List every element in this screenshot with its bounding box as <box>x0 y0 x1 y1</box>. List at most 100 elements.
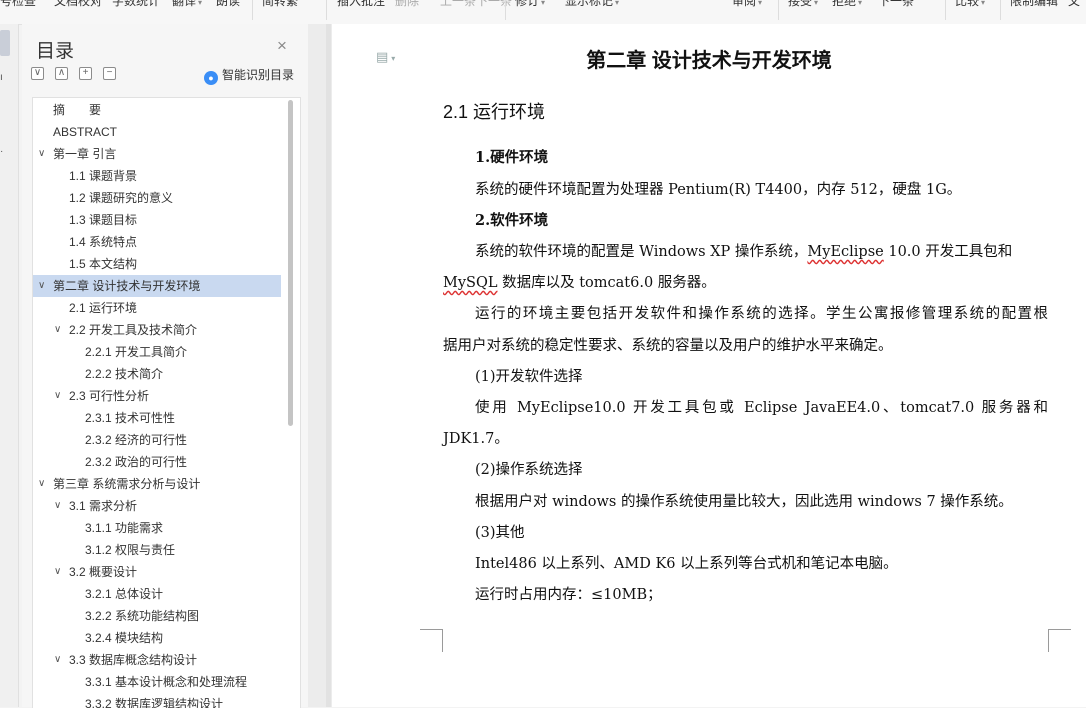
ribbon-track-changes[interactable]: 修订 ▾ <box>515 0 545 9</box>
environment-line-2: 据用户对系统的稳定性要求、系统的容量以及用户的维护水平来确定。 <box>443 338 893 354</box>
toc-item-label: 1.4 系统特点 <box>69 235 138 249</box>
ribbon-restrict-edit[interactable]: 限制编辑 <box>1010 0 1058 9</box>
text-run: 10.0 开发工具包和 <box>883 244 1013 260</box>
toc-item-label: 2.2.2 技术简介 <box>85 367 164 381</box>
ribbon-insert-comment[interactable]: 插入批注 <box>337 0 385 9</box>
toc-item-label: 1.5 本文结构 <box>69 257 138 271</box>
ribbon-toolbar: 号检查 文档校对 字数统计 翻译 ▾ 朗读 简转繁 插入批注 删除 上一条 下一条… <box>0 0 1086 25</box>
document-page[interactable]: ▤ ▾ 第二章 设计技术与开发环境 2.1 运行环境 1.硬件环境 系统的硬件环境… <box>332 24 1086 707</box>
toc-item[interactable]: 3.3.2 数据库逻辑结构设计 <box>33 693 281 708</box>
nav-rail-mark: · <box>0 146 4 157</box>
ribbon-spellcheck[interactable]: 号检查 <box>0 0 36 9</box>
ribbon-divider <box>505 0 506 20</box>
ribbon-delete[interactable]: 删除 <box>395 0 419 9</box>
ribbon-accept[interactable]: 接受 ▾ <box>788 0 818 9</box>
toc-item[interactable]: 2.3.2 政治的可行性 <box>33 451 281 473</box>
ribbon-show-markup[interactable]: 显示标记 ▾ <box>565 0 619 9</box>
chevron-down-icon[interactable]: ∨ <box>54 319 61 341</box>
toc-item[interactable]: 1.1 课题背景 <box>33 165 281 187</box>
toc-item-label: 2.3 可行性分析 <box>69 389 150 403</box>
chevron-down-icon[interactable]: ∨ <box>38 275 45 297</box>
toc-title: 目录 <box>36 41 75 62</box>
smart-toc-label: 智能识别目录 <box>222 68 295 82</box>
toc-item[interactable]: 1.2 课题研究的意义 <box>33 187 281 209</box>
chevron-down-icon: ▾ <box>198 0 203 7</box>
toc-item[interactable]: 3.2.2 系统功能结构图 <box>33 605 281 627</box>
toc-item[interactable]: 2.3.2 经济的可行性 <box>33 429 281 451</box>
toc-scrollbar[interactable] <box>288 100 293 426</box>
toc-item[interactable]: 3.2.1 总体设计 <box>33 583 281 605</box>
chevron-down-icon[interactable]: ∨ <box>38 143 45 165</box>
chevron-down-icon[interactable]: ∨ <box>38 473 45 495</box>
toc-list: 摘 要 ABSTRACT ∨ 第一章 引言 1.1 课题背景 1.2 课题研究的意… <box>32 97 301 708</box>
toc-item-label: 1.2 课题研究的意义 <box>69 191 174 205</box>
toc-item[interactable]: 1.3 课题目标 <box>33 209 281 231</box>
toc-item-label: 2.3.2 政治的可行性 <box>85 455 188 469</box>
ribbon-proofread[interactable]: 文档校对 <box>54 0 102 9</box>
close-icon[interactable]: × <box>277 36 287 56</box>
chevron-down-icon: ▾ <box>615 0 620 7</box>
environment-line-1: 运行的环境主要包括开发软件和操作系统的选择。学生公寓报修管理系统的配置根 <box>475 306 1048 322</box>
ribbon-divider <box>945 0 946 20</box>
toc-item[interactable]: 摘 要 <box>33 99 281 121</box>
ribbon-divider <box>1000 0 1001 20</box>
toc-item-label: 3.2 概要设计 <box>69 565 138 579</box>
ribbon-translate[interactable]: 翻译 ▾ <box>172 0 202 9</box>
add-heading-button[interactable]: + <box>79 67 92 80</box>
toc-item[interactable]: 1.5 本文结构 <box>33 253 281 275</box>
ribbon-doc-rights[interactable]: 文 <box>1068 0 1080 9</box>
document-area: ▤ ▾ 第二章 设计技术与开发环境 2.1 运行环境 1.硬件环境 系统的硬件环境… <box>308 24 1086 707</box>
toc-item[interactable]: ABSTRACT <box>33 121 281 143</box>
toc-item[interactable]: 3.1.2 权限与责任 <box>33 539 281 561</box>
text-run: 数据库以及 tomcat6.0 服务器。 <box>497 275 716 291</box>
ribbon-next-change[interactable]: 下一条 <box>878 0 914 9</box>
toc-item[interactable]: 3.2.4 模块结构 <box>33 627 281 649</box>
hardware-text: 系统的硬件环境配置为处理器 Pentium(R) T4400，内存 512，硬盘… <box>475 182 962 198</box>
toc-item-active[interactable]: ∨ 第二章 设计技术与开发环境 <box>33 275 281 297</box>
toc-item[interactable]: 2.1 运行环境 <box>33 297 281 319</box>
ribbon-reject[interactable]: 拒绝 ▾ <box>832 0 862 9</box>
nav-toc-tab[interactable] <box>0 30 10 56</box>
toc-item[interactable]: 2.2.1 开发工具简介 <box>33 341 281 363</box>
collapse-all-button[interactable]: ∧ <box>55 67 68 80</box>
chapter-title: 第二章 设计技术与开发环境 <box>586 50 832 72</box>
smart-toc-button[interactable]: ● 智能识别目录 <box>204 66 294 85</box>
ribbon-reject-label: 拒绝 <box>832 0 857 8</box>
ribbon-compare[interactable]: 比较 ▾ <box>955 0 985 9</box>
chevron-down-icon[interactable]: ∨ <box>54 649 61 671</box>
toc-item[interactable]: ∨ 2.3 可行性分析 <box>33 385 281 407</box>
chevron-down-icon[interactable]: ∨ <box>54 495 61 517</box>
toc-item[interactable]: 3.1.1 功能需求 <box>33 517 281 539</box>
toc-item[interactable]: 3.3.1 基本设计概念和处理流程 <box>33 671 281 693</box>
spellcheck-word[interactable]: MyEclipse <box>807 244 883 260</box>
chevron-down-icon[interactable]: ∨ <box>54 385 61 407</box>
toc-item[interactable]: ∨ 2.2 开发工具及技术简介 <box>33 319 281 341</box>
ribbon-wordcount[interactable]: 字数统计 <box>112 0 160 9</box>
ribbon-read[interactable]: 朗读 <box>216 0 240 9</box>
toc-item-label: 3.3 数据库概念结构设计 <box>69 653 198 667</box>
toc-item-label: 1.1 课题背景 <box>69 169 138 183</box>
toc-item[interactable]: ∨ 3.3 数据库概念结构设计 <box>33 649 281 671</box>
toc-item[interactable]: ∨ 3.2 概要设计 <box>33 561 281 583</box>
ribbon-review[interactable]: 审阅 ▾ <box>732 0 762 9</box>
toc-item-label: 3.1 需求分析 <box>69 499 138 513</box>
ribbon-next[interactable]: 下一条 <box>476 0 512 9</box>
software-heading: 2.软件环境 <box>475 212 549 229</box>
toc-item[interactable]: ∨ 第一章 引言 <box>33 143 281 165</box>
chevron-down-icon[interactable]: ∨ <box>54 561 61 583</box>
ribbon-prev[interactable]: 上一条 <box>440 0 476 9</box>
expand-all-button[interactable]: ∨ <box>31 67 44 80</box>
spellcheck-word[interactable]: MySQL <box>443 275 498 291</box>
hardware-heading: 1.硬件环境 <box>475 149 549 166</box>
toc-item[interactable]: ∨ 3.1 需求分析 <box>33 495 281 517</box>
toc-item[interactable]: 2.2.2 技术简介 <box>33 363 281 385</box>
ribbon-convert[interactable]: 简转繁 <box>262 0 298 9</box>
toc-item-label: 3.3.1 基本设计概念和处理流程 <box>85 675 248 689</box>
toc-item[interactable]: 1.4 系统特点 <box>33 231 281 253</box>
toc-item-label: 2.3.1 技术可性性 <box>85 411 176 425</box>
toc-item[interactable]: ∨ 第三章 系统需求分析与设计 <box>33 473 281 495</box>
toc-item[interactable]: 2.3.1 技术可性性 <box>33 407 281 429</box>
toc-panel: 目录 × ∨ ∧ + − ● 智能识别目录 摘 要 ABSTRACT ∨ 第一章 引… <box>22 24 309 708</box>
remove-heading-button[interactable]: − <box>103 67 116 80</box>
margin-corner-mark <box>420 629 443 652</box>
